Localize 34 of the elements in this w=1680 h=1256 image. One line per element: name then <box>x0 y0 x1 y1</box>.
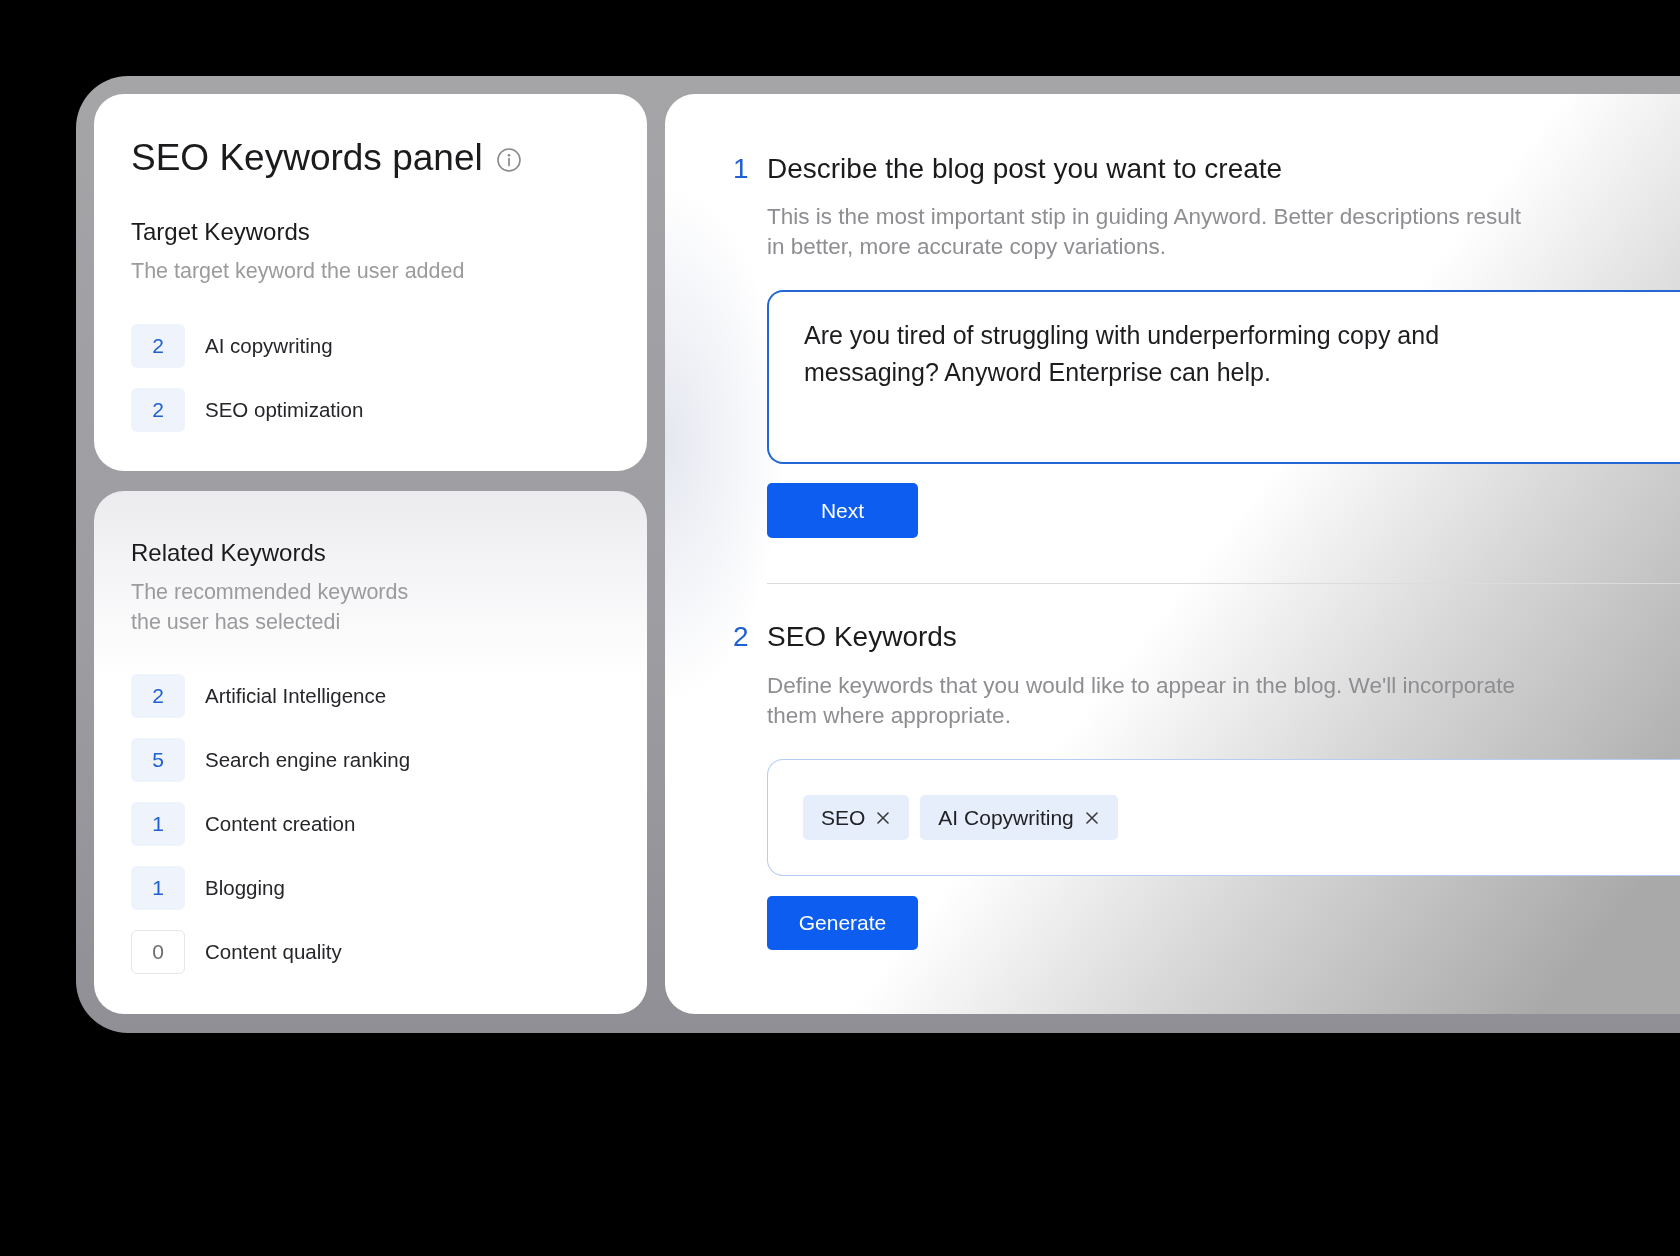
keyword-count: 2 <box>131 674 185 718</box>
keyword-count: 5 <box>131 738 185 782</box>
keyword-label: Artificial Intelligence <box>205 684 387 708</box>
keyword-count: 1 <box>131 802 185 846</box>
keyword-label: Search engine ranking <box>205 748 411 772</box>
info-icon[interactable] <box>496 148 521 172</box>
step-description: Define keywords that you would like to appear in the blog. We'll incorporate them where appropriate. <box>767 672 1517 730</box>
keyword-label: Content quality <box>205 940 342 964</box>
keyword-count: 2 <box>131 324 185 368</box>
step-number: 1 <box>733 152 749 186</box>
next-button[interactable]: Next <box>767 483 918 538</box>
section-subtitle: The recommended keywords the user has selectedi <box>131 579 410 636</box>
keyword-label: AI copywriting <box>205 334 333 358</box>
keyword-label: Content creation <box>205 812 356 836</box>
step-title: SEO Keywords <box>767 620 958 654</box>
close-icon[interactable] <box>877 811 890 824</box>
description-field[interactable]: Are you tired of struggling with underperforming copy and messaging? Anyword Enterprise can help. <box>767 290 1680 464</box>
keyword-label: SEO optimization <box>205 398 364 422</box>
close-icon[interactable] <box>1085 811 1098 824</box>
keyword-count: 2 <box>131 388 185 432</box>
keyword-count: 1 <box>131 866 185 910</box>
chip-label: AI Copywriting <box>938 805 1074 830</box>
keyword-label: Blogging <box>205 876 285 900</box>
keywords-field[interactable]: SEO AI Copywriting <box>767 759 1680 876</box>
section-title: Related Keywords <box>131 538 327 568</box>
keyword-count: 0 <box>131 930 185 974</box>
chip-label: SEO <box>821 805 866 830</box>
section-title: Target Keywords <box>131 217 311 247</box>
section-subtitle: The target keyword the user added <box>131 258 466 285</box>
step-title: Describe the blog post you want to create <box>767 152 1284 186</box>
panel-title: SEO Keywords panel <box>131 136 483 180</box>
step-description: This is the most important stip in guiding Anyword. Better descriptions result in better, more accurate copy variations. <box>767 203 1523 261</box>
generate-button[interactable]: Generate <box>767 896 918 950</box>
step-number: 2 <box>733 620 749 654</box>
